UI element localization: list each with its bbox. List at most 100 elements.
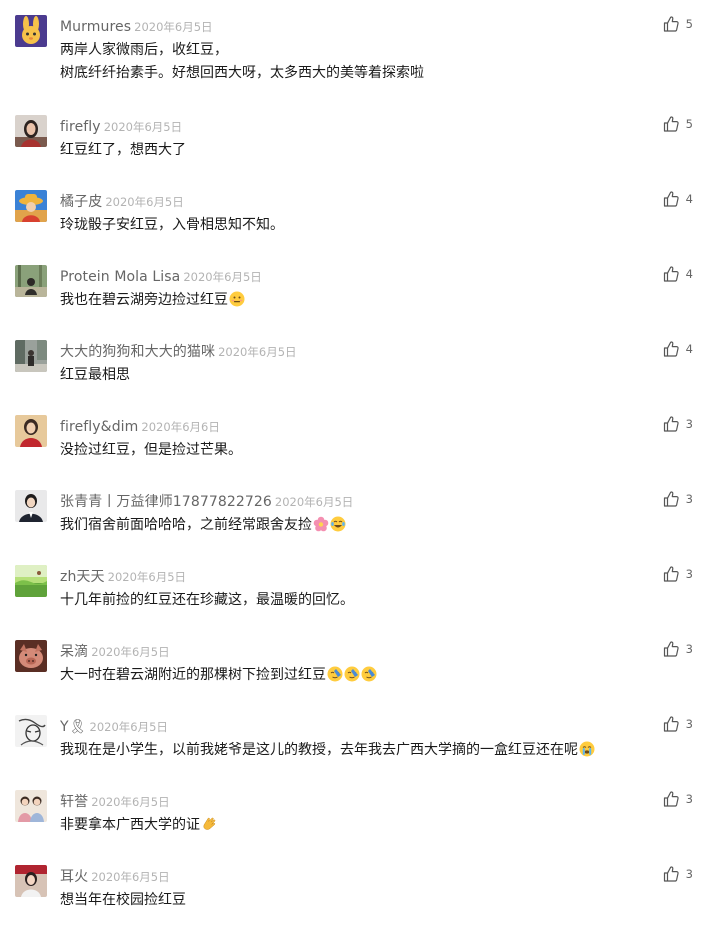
thumbs-up-icon <box>663 866 679 882</box>
comment-nickname[interactable]: firefly <box>60 119 101 135</box>
like-button[interactable]: 3 <box>662 414 693 434</box>
comment-nickname[interactable]: 耳火 <box>60 869 88 885</box>
comment-item: 耳火 2020年6月5日 想当年在校园捡红豆 3 <box>0 850 710 925</box>
like-button[interactable]: 3 <box>662 714 693 734</box>
comment-nickname[interactable]: 呆滴 <box>60 644 88 660</box>
like-count: 4 <box>685 192 693 206</box>
comment-nickname[interactable]: Y🎗 <box>60 719 87 735</box>
like-button[interactable]: 3 <box>662 789 693 809</box>
suit-portrait-avatar[interactable] <box>15 490 47 522</box>
street-photo-avatar[interactable] <box>15 340 47 372</box>
comment-line: 大一时在碧云湖附近的那棵树下捡到过红豆 <box>60 664 377 687</box>
comment-date: 2020年6月5日 <box>218 345 297 359</box>
outdoor-photo-avatar[interactable] <box>15 265 47 297</box>
two-kids-avatar[interactable] <box>15 790 47 822</box>
like-button[interactable]: 4 <box>662 189 693 209</box>
comment-header: Murmures 2020年6月5日 <box>60 16 213 36</box>
portrait-avatar[interactable] <box>15 115 47 147</box>
comment-item: zh天天 2020年6月5日 十几年前捡的红豆还在珍藏这，最温暖的回忆。 3 <box>0 550 710 625</box>
laugh-tears-emoji <box>330 516 346 532</box>
comment-date: 2020年6月5日 <box>183 270 262 284</box>
comment-item: firefly 2020年6月5日 红豆红了，想西大了 5 <box>0 100 710 175</box>
comment-header: 轩誉 2020年6月5日 <box>60 791 170 811</box>
comment-item: Protein Mola Lisa 2020年6月5日 我也在碧云湖旁边捡过红豆 … <box>0 250 710 325</box>
like-button[interactable]: 5 <box>662 114 693 134</box>
comment-nickname[interactable]: Murmures <box>60 19 131 35</box>
comment-date: 2020年6月5日 <box>107 570 187 584</box>
like-button[interactable]: 4 <box>662 339 693 359</box>
cartoon-rabbit-avatar[interactable] <box>15 15 47 47</box>
comment-text: 非要拿本广西大学的证 <box>60 814 217 837</box>
comment-header: Protein Mola Lisa 2020年6月5日 <box>60 266 262 286</box>
comment-header: 张青青丨万益律师17877822726 2020年6月5日 <box>60 491 353 511</box>
comment-date: 2020年6月6日 <box>141 420 220 434</box>
comment-item: 橘子皮 2020年6月5日 玲珑骰子安红豆，入骨相思知不知。 4 <box>0 175 710 250</box>
thumbs-up-icon <box>663 716 679 732</box>
comment-header: firefly&dim 2020年6月6日 <box>60 416 220 436</box>
like-count: 4 <box>685 267 693 281</box>
comment-date: 2020年6月5日 <box>103 120 183 134</box>
comment-text: 玲珑骰子安红豆，入骨相思知不知。 <box>60 214 284 237</box>
comment-line: 十几年前捡的红豆还在珍藏这，最温暖的回忆。 <box>60 592 354 608</box>
comment-text: 红豆最相思 <box>60 364 130 387</box>
comment-date: 2020年6月5日 <box>274 495 354 509</box>
comment-nickname[interactable]: 轩誉 <box>60 794 88 810</box>
comment-text: 两岸人家微雨后，收红豆， 树底纤纤抬素手。好想回西大呀，太多西大的美等着探索啦 <box>60 39 424 85</box>
thumbs-up-icon <box>663 191 679 207</box>
comment-line: 非要拿本广西大学的证 <box>60 814 217 837</box>
comment-line-text: 我们宿舍前面哈哈哈，之前经常跟舍友捡 <box>60 517 312 533</box>
comment-date: 2020年6月5日 <box>134 20 213 34</box>
wipe-sweat-emoji <box>361 666 377 682</box>
sketch-avatar[interactable] <box>15 715 47 747</box>
wipe-sweat-emoji <box>327 666 343 682</box>
comment-nickname[interactable]: zh天天 <box>60 569 105 585</box>
like-button[interactable]: 3 <box>662 489 693 509</box>
comment-text: 我现在是小学生，以前我姥爷是这儿的教授，去年我去广西大学摘的一盒红豆还在呢 <box>60 739 595 762</box>
comment-date: 2020年6月5日 <box>105 195 184 209</box>
like-button[interactable]: 4 <box>662 264 693 284</box>
comment-line: 红豆红了，想西大了 <box>60 142 186 158</box>
comment-header: firefly 2020年6月5日 <box>60 116 182 136</box>
comment-text: 我们宿舍前面哈哈哈，之前经常跟舍友捡 <box>60 514 346 537</box>
comment-line: 我也在碧云湖旁边捡过红豆 <box>60 289 245 312</box>
comment-nickname[interactable]: 大大的狗狗和大大的猫咪 <box>60 344 215 360</box>
comment-item: 张青青丨万益律师17877822726 2020年6月5日 我们宿舍前面哈哈哈，之… <box>0 475 710 550</box>
flower-emoji <box>313 516 329 532</box>
thumbs-up-icon <box>663 116 679 132</box>
comment-line: 树底纤纤抬素手。好想回西大呀，太多西大的美等着探索啦 <box>60 65 424 81</box>
clapping-hands-emoji <box>201 816 217 832</box>
like-count: 3 <box>685 417 693 431</box>
comment-line: 我现在是小学生，以前我姥爷是这儿的教授，去年我去广西大学摘的一盒红豆还在呢 <box>60 739 595 762</box>
comment-text: 大一时在碧云湖附近的那棵树下捡到过红豆 <box>60 664 377 687</box>
like-button[interactable]: 3 <box>662 864 693 884</box>
red-scarf-avatar[interactable] <box>15 415 47 447</box>
comment-nickname[interactable]: 橘子皮 <box>60 194 102 210</box>
comment-date: 2020年6月5日 <box>91 645 170 659</box>
hat-person-avatar[interactable] <box>15 190 47 222</box>
comment-item: 大大的狗狗和大大的猫咪 2020年6月5日 红豆最相思 4 <box>0 325 710 400</box>
comment-header: 耳火 2020年6月5日 <box>60 866 170 886</box>
comment-date: 2020年6月5日 <box>91 870 170 884</box>
pig-avatar[interactable] <box>15 640 47 672</box>
comment-line: 想当年在校园捡红豆 <box>60 892 186 908</box>
comment-header: Y🎗 2020年6月5日 <box>60 716 168 736</box>
like-count: 3 <box>685 717 693 731</box>
comment-item: firefly&dim 2020年6月6日 没捡过红豆，但是捡过芒果。 3 <box>0 400 710 475</box>
thumbs-up-icon <box>663 641 679 657</box>
like-button[interactable]: 3 <box>662 564 693 584</box>
comment-header: zh天天 2020年6月5日 <box>60 566 186 586</box>
comment-nickname[interactable]: Protein Mola Lisa <box>60 269 180 285</box>
comment-item: 轩誉 2020年6月5日 非要拿本广西大学的证 3 <box>0 775 710 850</box>
comment-nickname[interactable]: 张青青丨万益律师17877822726 <box>60 494 272 510</box>
like-count: 3 <box>685 792 693 806</box>
girl-photo-avatar[interactable] <box>15 865 47 897</box>
awkward-face-emoji <box>229 291 245 307</box>
like-button[interactable]: 3 <box>662 639 693 659</box>
comment-nickname[interactable]: firefly&dim <box>60 419 138 435</box>
comment-line: 我们宿舍前面哈哈哈，之前经常跟舍友捡 <box>60 514 346 537</box>
comment-item: Murmures 2020年6月5日 两岸人家微雨后，收红豆， 树底纤纤抬素手。好… <box>0 0 710 81</box>
green-field-avatar[interactable] <box>15 565 47 597</box>
like-count: 3 <box>685 642 693 656</box>
thumbs-up-icon <box>663 566 679 582</box>
like-button[interactable]: 5 <box>662 14 693 34</box>
